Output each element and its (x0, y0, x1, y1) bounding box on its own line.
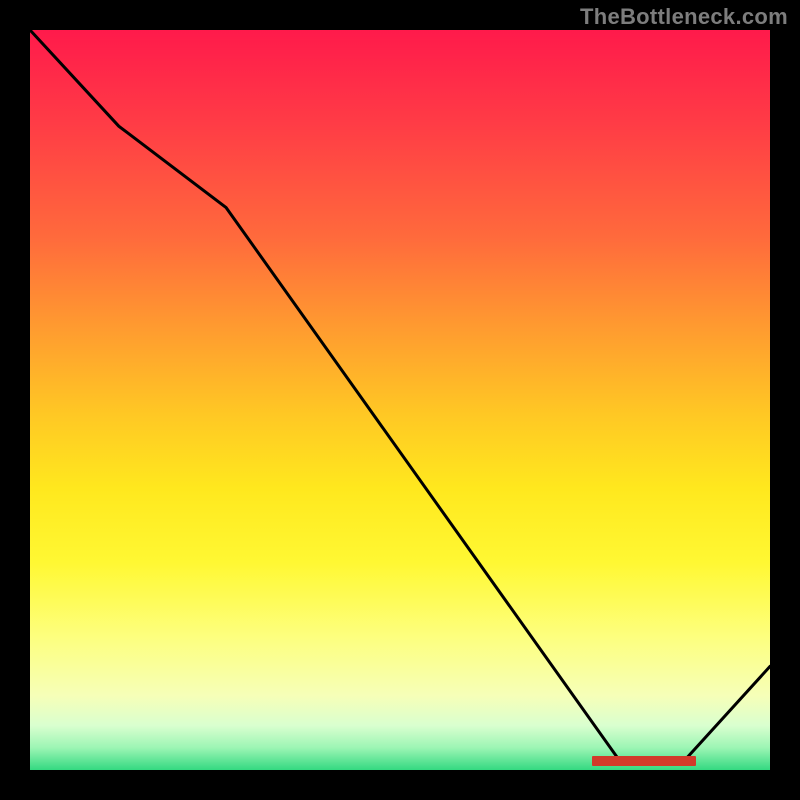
valley-marker (592, 756, 696, 766)
chart-svg (30, 30, 770, 770)
chart-root: TheBottleneck.com (0, 0, 800, 800)
watermark-text: TheBottleneck.com (580, 4, 788, 30)
series-curve (30, 30, 770, 764)
